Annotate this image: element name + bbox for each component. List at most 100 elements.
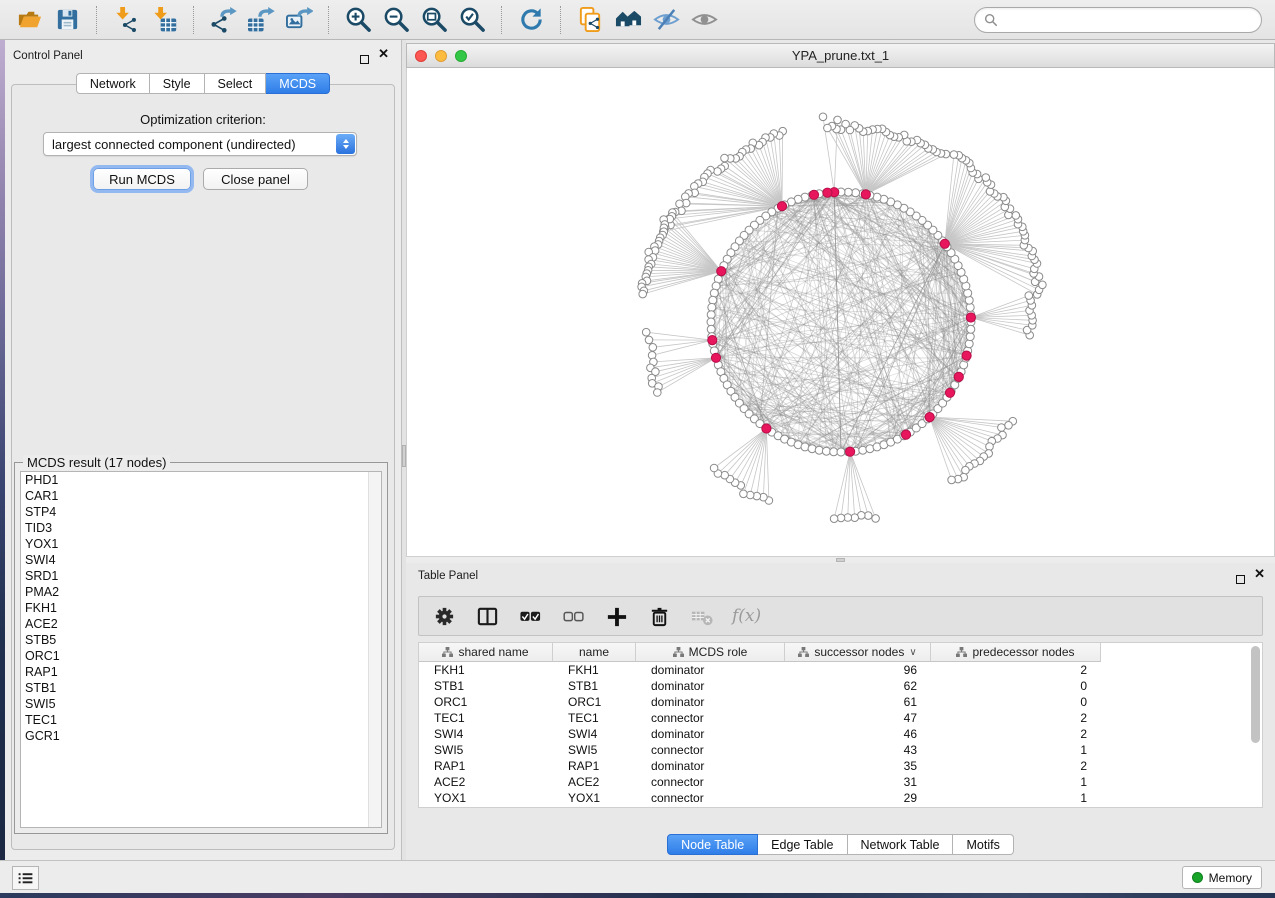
table-settings-button[interactable]: [431, 603, 457, 629]
tab-network[interactable]: Network: [76, 73, 150, 94]
table-cell: 2: [931, 726, 1101, 742]
deselect-all-button[interactable]: [560, 603, 586, 629]
import-table-button[interactable]: [145, 4, 183, 36]
node-table[interactable]: shared namenameMCDS rolesuccessor nodes∨…: [418, 642, 1263, 808]
mcds-result-item[interactable]: FKH1: [21, 600, 381, 616]
export-table-button[interactable]: [242, 4, 280, 36]
zoom-in-button[interactable]: [339, 4, 377, 36]
table-cell: 31: [785, 774, 931, 790]
zoom-fit-button[interactable]: [415, 4, 453, 36]
table-cell: TEC1: [419, 710, 553, 726]
delete-column-button[interactable]: [646, 603, 672, 629]
network-graph[interactable]: [407, 68, 1275, 557]
tab-select[interactable]: Select: [205, 73, 267, 94]
table-tab-edge-table[interactable]: Edge Table: [758, 834, 847, 855]
column-header-name[interactable]: name: [553, 643, 636, 662]
save-session-button[interactable]: [48, 4, 86, 36]
float-panel-icon[interactable]: [1236, 571, 1245, 589]
table-cell: connector: [636, 710, 785, 726]
attribute-type-icon: [956, 647, 967, 657]
table-cell: FKH1: [419, 662, 553, 678]
table-row[interactable]: SWI5SWI5connector431: [419, 742, 1101, 758]
network-window-titlebar[interactable]: YPA_prune.txt_1: [406, 43, 1275, 68]
table-row[interactable]: STB1STB1dominator620: [419, 678, 1101, 694]
mcds-result-item[interactable]: SRD1: [21, 568, 381, 584]
split-panel-button[interactable]: [474, 603, 500, 629]
mcds-list-scrollbar[interactable]: [368, 472, 381, 827]
mcds-result-item[interactable]: STB1: [21, 680, 381, 696]
close-panel-icon[interactable]: ✕: [1254, 569, 1265, 578]
table-tab-network-table[interactable]: Network Table: [848, 834, 954, 855]
hide-elements-button[interactable]: [647, 4, 685, 36]
column-header-MCDS-role[interactable]: MCDS role: [636, 643, 785, 662]
delete-column-icon: [648, 605, 671, 628]
mcds-result-item[interactable]: CAR1: [21, 488, 381, 504]
table-cell: 0: [931, 678, 1101, 694]
clone-network-button[interactable]: [571, 4, 609, 36]
mcds-result-item[interactable]: STB5: [21, 632, 381, 648]
export-network-button[interactable]: [204, 4, 242, 36]
show-elements-button[interactable]: [685, 4, 723, 36]
memory-button[interactable]: Memory: [1182, 866, 1262, 889]
run-mcds-button[interactable]: Run MCDS: [93, 168, 191, 190]
mcds-result-list[interactable]: PHD1CAR1STP4TID3YOX1SWI4SRD1PMA2FKH1ACE2…: [20, 471, 382, 828]
select-all-button[interactable]: [517, 603, 543, 629]
search-input[interactable]: [1003, 13, 1252, 28]
column-header-successor-nodes[interactable]: successor nodes∨: [785, 643, 931, 662]
network-overview-button[interactable]: [609, 4, 647, 36]
mcds-result-item[interactable]: SWI5: [21, 696, 381, 712]
table-row[interactable]: TEC1TEC1connector472: [419, 710, 1101, 726]
optimization-criterion-label: Optimization criterion:: [5, 112, 401, 127]
criterion-dropdown[interactable]: largest connected component (undirected): [43, 132, 357, 156]
task-history-button[interactable]: [12, 866, 39, 890]
column-header-predecessor-nodes[interactable]: predecessor nodes: [931, 643, 1101, 662]
attribute-type-icon: [673, 647, 684, 657]
table-row[interactable]: ACE2ACE2connector311: [419, 774, 1101, 790]
close-panel-button[interactable]: Close panel: [203, 168, 308, 190]
table-tab-node-table[interactable]: Node Table: [667, 834, 758, 855]
export-image-icon: [286, 6, 313, 33]
criterion-value: largest connected component (undirected): [52, 137, 296, 152]
main-toolbar: [0, 0, 1275, 40]
table-row[interactable]: RAP1RAP1dominator352: [419, 758, 1101, 774]
table-row[interactable]: YOX1YOX1connector291: [419, 790, 1101, 806]
mcds-result-item[interactable]: ACE2: [21, 616, 381, 632]
mcds-result-item[interactable]: TID3: [21, 520, 381, 536]
table-row[interactable]: ORC1ORC1dominator610: [419, 694, 1101, 710]
table-cell: 29: [785, 790, 931, 806]
table-cell: 1: [931, 774, 1101, 790]
hide-elements-icon: [653, 6, 680, 33]
tab-style[interactable]: Style: [150, 73, 205, 94]
table-row[interactable]: FKH1FKH1dominator962: [419, 662, 1101, 678]
mcds-result-item[interactable]: PHD1: [21, 472, 381, 488]
import-network-button[interactable]: [107, 4, 145, 36]
table-tab-motifs[interactable]: Motifs: [953, 834, 1013, 855]
network-view-canvas[interactable]: [406, 68, 1275, 557]
table-cell: RAP1: [419, 758, 553, 774]
refresh-network-button[interactable]: [512, 4, 550, 36]
float-panel-icon[interactable]: [360, 51, 369, 69]
search-box[interactable]: [974, 7, 1262, 33]
table-scrollbar-thumb[interactable]: [1251, 646, 1260, 743]
table-row[interactable]: SWI4SWI4dominator462: [419, 726, 1101, 742]
tab-mcds[interactable]: MCDS: [266, 73, 330, 94]
mcds-result-item[interactable]: TEC1: [21, 712, 381, 728]
mcds-result-item[interactable]: GCR1: [21, 728, 381, 744]
mcds-result-item[interactable]: ORC1: [21, 648, 381, 664]
zoom-selected-button[interactable]: [453, 4, 491, 36]
splitter-grip[interactable]: [836, 558, 845, 562]
mcds-result-item[interactable]: SWI4: [21, 552, 381, 568]
close-panel-icon[interactable]: ✕: [378, 49, 389, 58]
mcds-result-item[interactable]: STP4: [21, 504, 381, 520]
mcds-result-item[interactable]: YOX1: [21, 536, 381, 552]
open-file-button[interactable]: [10, 4, 48, 36]
table-row[interactable]: PHD1PHD1dominator180: [419, 806, 1101, 808]
mcds-result-item[interactable]: PMA2: [21, 584, 381, 600]
add-column-button[interactable]: [603, 603, 629, 629]
save-session-icon: [54, 6, 81, 33]
column-header-shared-name[interactable]: shared name: [419, 643, 553, 662]
zoom-out-button[interactable]: [377, 4, 415, 36]
export-image-button[interactable]: [280, 4, 318, 36]
table-cell: 1: [931, 790, 1101, 806]
mcds-result-item[interactable]: RAP1: [21, 664, 381, 680]
